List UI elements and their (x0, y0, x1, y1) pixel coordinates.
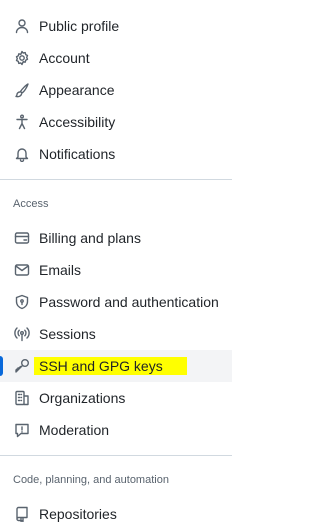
sidebar-item-label: Moderation (39, 422, 110, 438)
mail-icon (14, 262, 30, 278)
section-heading-access: Access (13, 198, 49, 210)
sidebar-item-moderation[interactable]: Moderation (0, 414, 232, 446)
organization-icon (14, 390, 30, 406)
sidebar-item-label: Appearance (39, 82, 115, 98)
sidebar-item-label: Sessions (39, 326, 96, 342)
sidebar-item-billing[interactable]: Billing and plans (0, 222, 232, 254)
sidebar-item-label: Password and authentication (39, 294, 219, 310)
sidebar-item-emails[interactable]: Emails (0, 254, 232, 286)
sidebar-item-accessibility[interactable]: Accessibility (0, 106, 232, 138)
sidebar-item-notifications[interactable]: Notifications (0, 138, 232, 170)
sidebar-item-password-authentication[interactable]: Password and authentication (0, 286, 232, 318)
section-divider (0, 455, 232, 456)
key-icon (14, 358, 30, 374)
accessibility-icon (14, 114, 30, 130)
section-heading-code: Code, planning, and automation (13, 474, 169, 486)
repo-icon (14, 506, 30, 522)
sidebar-item-label: Accessibility (39, 114, 116, 130)
selected-indicator (0, 356, 3, 376)
gear-icon (14, 50, 30, 66)
sidebar-item-label: Notifications (39, 146, 116, 162)
sidebar-item-organizations[interactable]: Organizations (0, 382, 232, 414)
sidebar-item-appearance[interactable]: Appearance (0, 74, 232, 106)
sidebar-item-label: Public profile (39, 18, 120, 34)
sidebar-item-label: Organizations (39, 390, 126, 406)
sidebar-item-repositories[interactable]: Repositories (0, 498, 232, 530)
sidebar-item-public-profile[interactable]: Public profile (0, 10, 232, 42)
sidebar-item-label: SSH and GPG keys (34, 357, 187, 375)
broadcast-icon (14, 326, 30, 342)
sidebar-item-account[interactable]: Account (0, 42, 232, 74)
sidebar-item-sessions[interactable]: Sessions (0, 318, 232, 350)
bell-icon (14, 146, 30, 162)
paintbrush-icon (14, 82, 30, 98)
sidebar-item-label: Emails (39, 262, 82, 278)
sidebar-item-label: Repositories (39, 506, 117, 522)
shield-lock-icon (14, 294, 30, 310)
sidebar-item-label: Billing and plans (39, 230, 141, 246)
sidebar-item-ssh-gpg-keys[interactable]: SSH and GPG keys (0, 350, 232, 382)
credit-card-icon (14, 230, 30, 246)
section-divider (0, 179, 232, 180)
person-icon (14, 18, 30, 34)
report-icon (14, 422, 30, 438)
sidebar-item-label: Account (39, 50, 90, 66)
